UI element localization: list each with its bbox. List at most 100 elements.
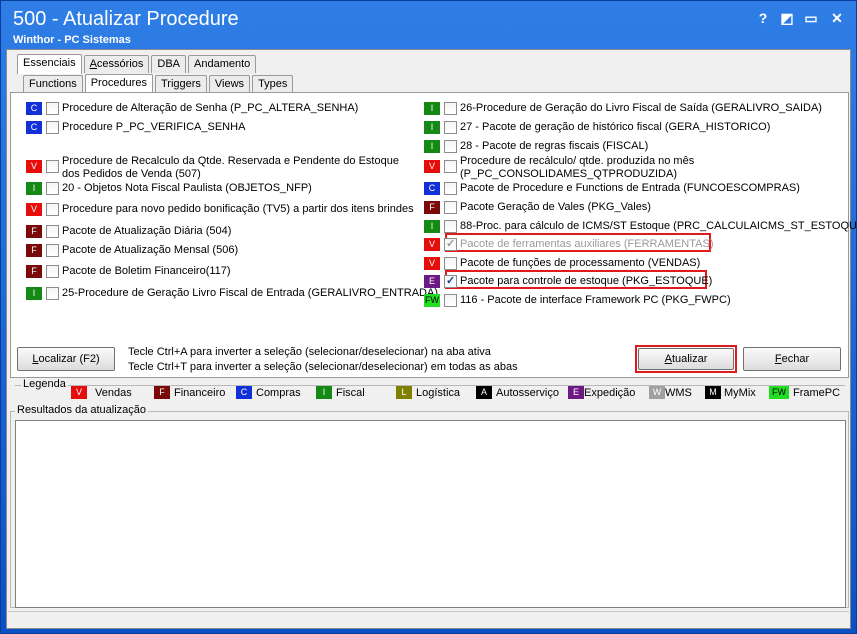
list-item[interactable]: I 25-Procedure de Geração Livro Fiscal d… [26, 286, 438, 302]
list-item[interactable]: C Pacote de Procedure e Functions de Ent… [424, 181, 800, 197]
category-badge: C [424, 182, 440, 195]
list-item[interactable]: V Procedure para novo pedido bonificação… [26, 202, 414, 218]
item-label: 27 - Pacote de geração de histórico fisc… [460, 121, 771, 133]
legend-title: Legenda [21, 378, 68, 390]
item-label: Pacote de funções de processamento (VEND… [460, 257, 701, 269]
list-item[interactable]: F Pacote de Boletim Financeiro(117) [26, 264, 231, 280]
maximize-icon[interactable]: ▭ [802, 9, 820, 27]
category-badge: V [26, 160, 42, 173]
fechar-button[interactable]: Fechar [743, 347, 841, 371]
legend-item: E Expedição [568, 386, 635, 399]
list-item[interactable]: I 26-Procedure de Geração do Livro Fisca… [424, 101, 822, 117]
list-item[interactable]: C Procedure P_PC_VERIFICA_SENHA [26, 120, 245, 136]
item-checkbox[interactable] [46, 102, 59, 115]
hint-ctrl-t: Tecle Ctrl+T para inverter a seleção (se… [128, 361, 518, 373]
tab-types[interactable]: Types [252, 75, 294, 93]
item-checkbox [444, 237, 457, 251]
list-item[interactable]: FW 116 - Pacote de interface Framework P… [424, 293, 731, 309]
item-label: Pacote de ferramentas auxiliares (FERRAM… [460, 238, 714, 250]
item-checkbox[interactable] [444, 220, 457, 233]
item-checkbox[interactable] [444, 201, 457, 214]
list-item[interactable]: F Pacote de Atualização Mensal (506) [26, 243, 238, 259]
category-badge: F [26, 265, 42, 278]
list-item[interactable]: I 20 - Objetos Nota Fiscal Paulista (OBJ… [26, 181, 312, 197]
item-checkbox[interactable] [46, 244, 59, 257]
sub-tabs: Functions Procedures Triggers Views Type… [23, 74, 295, 94]
category-badge: I [424, 220, 440, 233]
list-item[interactable]: I 28 - Pacote de regras fiscais (FISCAL) [424, 139, 648, 155]
item-checkbox[interactable] [46, 225, 59, 238]
close-icon[interactable]: ✕ [826, 9, 848, 27]
category-badge: F [424, 201, 440, 214]
atualizar-button[interactable]: Atualizar [638, 348, 734, 370]
item-checkbox[interactable] [444, 257, 457, 270]
tab-essenciais[interactable]: Essenciais [17, 54, 82, 74]
category-badge: F [26, 225, 42, 238]
item-checkbox[interactable] [46, 287, 59, 300]
legend-badge: A [476, 386, 492, 399]
item-checkbox[interactable] [444, 102, 457, 115]
category-badge: I [424, 140, 440, 153]
legend-label: Autosserviço [496, 386, 559, 399]
tab-triggers[interactable]: Triggers [154, 75, 207, 93]
legend-badge: W [649, 386, 665, 399]
item-checkbox[interactable] [444, 140, 457, 153]
tab-procedures[interactable]: Procedures [84, 74, 153, 94]
item-checkbox[interactable] [46, 182, 59, 195]
legend-badge: FW [769, 386, 789, 399]
item-checkbox[interactable] [444, 182, 457, 195]
item-checkbox[interactable] [444, 121, 457, 134]
title-bar[interactable]: 500 - Atualizar Procedure Winthor - PC S… [1, 1, 856, 49]
list-item[interactable]: I 27 - Pacote de geração de histórico fi… [424, 120, 770, 136]
item-checkbox[interactable] [46, 160, 59, 173]
item-checkbox[interactable] [444, 274, 457, 288]
category-badge: I [424, 102, 440, 115]
window-subtitle: Winthor - PC Sistemas [13, 34, 131, 46]
list-item[interactable]: V Procedure de Recalculo da Qtde. Reserv… [26, 155, 417, 183]
category-badge: I [424, 121, 440, 134]
legend-badge: F [154, 386, 170, 399]
category-badge: FW [424, 294, 440, 307]
item-label: 28 - Pacote de regras fiscais (FISCAL) [460, 140, 649, 152]
client-area: Essenciais Acessórios DBA Andamento Func… [6, 49, 857, 629]
category-badge: V [424, 257, 440, 270]
item-label: 20 - Objetos Nota Fiscal Paulista (OBJET… [62, 182, 312, 194]
item-checkbox[interactable] [46, 265, 59, 278]
tab-acessorios[interactable]: Acessórios [83, 55, 150, 73]
legend-label: FramePC [793, 386, 841, 399]
legend-label: Logística [416, 386, 461, 399]
procedures-panel: C Procedure de Alteração de Senha (P_PC_… [10, 92, 857, 378]
list-item[interactable]: C Procedure de Alteração de Senha (P_PC_… [26, 101, 358, 117]
legend-item: I Fiscal [316, 386, 365, 399]
list-item[interactable]: V Procedure de recálculo/ qtde. produzid… [424, 155, 740, 183]
item-checkbox[interactable] [444, 294, 457, 307]
item-label: Pacote para controle de estoque (PKG_EST… [460, 275, 713, 287]
app-window: 500 - Atualizar Procedure Winthor - PC S… [0, 0, 857, 634]
item-checkbox[interactable] [444, 160, 457, 173]
list-item[interactable]: E Pacote para controle de estoque (PKG_E… [424, 274, 712, 290]
help-icon[interactable]: ? [754, 9, 772, 27]
item-label: Procedure de Recalculo da Qtde. Reservad… [62, 155, 399, 180]
tab-functions[interactable]: Functions [23, 75, 83, 93]
item-checkbox[interactable] [46, 121, 59, 134]
legend-label: WMS [665, 386, 692, 399]
legend-badge: C [236, 386, 252, 399]
legend-item: FW FramePC [769, 386, 840, 399]
top-tabs: Essenciais Acessórios DBA Andamento [17, 54, 258, 74]
legend-item: V Vendas [71, 386, 132, 399]
legend-item: W WMS [649, 386, 692, 399]
category-badge: V [424, 160, 440, 173]
tab-views[interactable]: Views [208, 75, 251, 93]
item-checkbox[interactable] [46, 203, 59, 216]
list-item[interactable]: F Pacote Geração de Vales (PKG_Vales) [424, 200, 651, 216]
results-textarea[interactable] [15, 420, 846, 608]
restore-icon[interactable]: ◩ [778, 9, 796, 27]
list-item[interactable]: F Pacote de Atualização Diária (504) [26, 224, 231, 240]
tab-dba[interactable]: DBA [151, 55, 187, 73]
list-item: V Pacote de ferramentas auxiliares (FERR… [424, 237, 714, 253]
tab-andamento[interactable]: Andamento [188, 55, 257, 73]
item-label: Pacote Geração de Vales (PKG_Vales) [460, 201, 651, 213]
results-title: Resultados da atualização [15, 404, 149, 416]
category-badge: I [26, 182, 42, 195]
localizar-button[interactable]: Localizar (F2) [17, 347, 115, 371]
